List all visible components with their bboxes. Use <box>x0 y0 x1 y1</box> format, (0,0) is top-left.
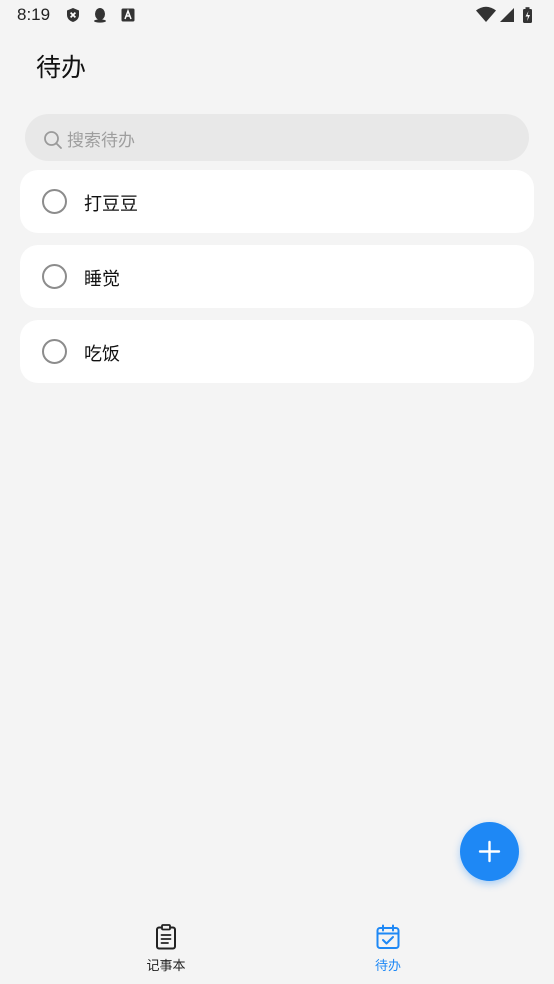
clipboard-icon <box>156 924 176 950</box>
search-icon <box>44 131 62 149</box>
battery-charging-icon <box>523 7 532 23</box>
status-time: 8:19 <box>17 5 51 24</box>
qq-penguin-icon <box>94 8 106 23</box>
search-placeholder: 搜索待办 <box>67 131 135 151</box>
add-todo-button[interactable] <box>460 822 519 881</box>
todo-checkbox[interactable] <box>42 339 67 364</box>
todo-checkbox[interactable] <box>42 189 67 214</box>
todo-list: 打豆豆 睡觉 吃饭 <box>20 170 534 395</box>
tab-todo-label: 待办 <box>374 959 401 974</box>
shield-x-icon <box>67 8 79 22</box>
todo-item[interactable]: 打豆豆 <box>20 170 534 233</box>
todo-checkbox[interactable] <box>42 264 67 289</box>
signal-icon <box>500 8 514 22</box>
tab-notes[interactable]: 记事本 <box>126 924 206 980</box>
todo-label: 吃饭 <box>84 344 120 365</box>
todo-item[interactable]: 吃饭 <box>20 320 534 383</box>
plus-icon <box>478 840 501 863</box>
todo-label: 打豆豆 <box>84 194 138 215</box>
calendar-check-icon <box>376 924 400 949</box>
text-a-icon <box>121 8 135 22</box>
tab-notes-label: 记事本 <box>146 959 186 974</box>
wifi-icon <box>476 6 496 22</box>
todo-item[interactable]: 睡觉 <box>20 245 534 308</box>
page-title: 待办 <box>36 53 87 82</box>
bottom-navigation: 记事本 待办 <box>0 910 554 984</box>
tab-todo[interactable]: 待办 <box>348 924 428 980</box>
status-right-icons <box>476 6 532 23</box>
status-bar: 8:19 <box>0 0 554 30</box>
todo-label: 睡觉 <box>84 269 120 290</box>
search-input[interactable]: 搜索待办 <box>25 114 529 161</box>
